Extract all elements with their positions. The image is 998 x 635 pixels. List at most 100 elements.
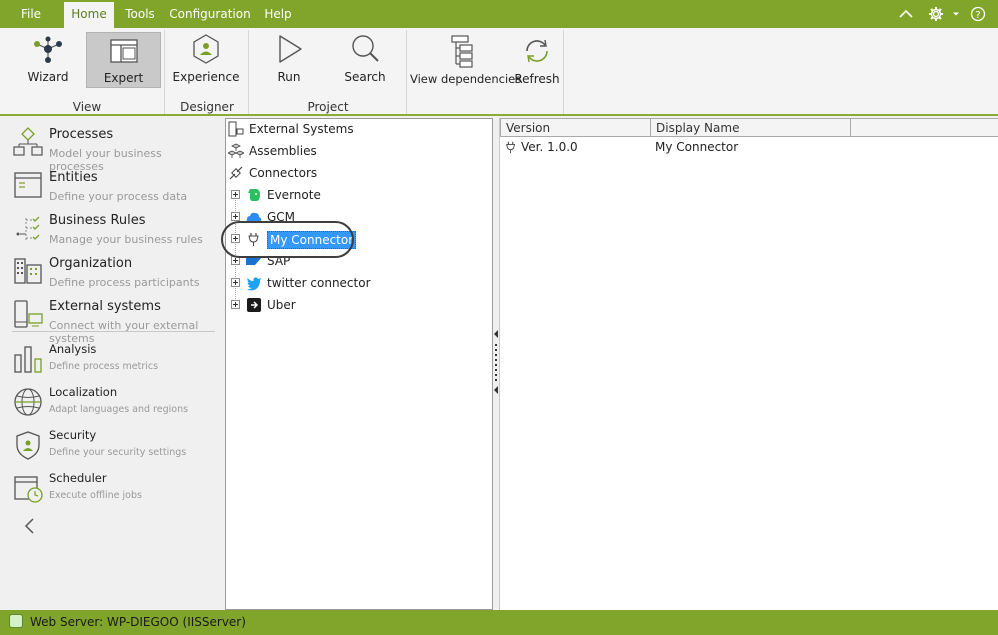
- expand-toggle[interactable]: [231, 278, 240, 287]
- localization-globe-icon: [14, 388, 42, 416]
- help-icon[interactable]: ?: [970, 0, 990, 28]
- sidebar-item-title: Processes: [49, 127, 114, 142]
- sidebar-item-security[interactable]: Security Define your security settings: [12, 425, 218, 465]
- sidebar-item-title: Analysis: [49, 342, 97, 356]
- expand-toggle[interactable]: [231, 190, 240, 199]
- selection-highlight-ring: [221, 221, 354, 258]
- ribbon-separator: [563, 30, 564, 114]
- sidebar-item-title: Entities: [49, 170, 98, 185]
- connectors-plug-icon: [229, 166, 243, 180]
- expert-button[interactable]: Expert: [86, 32, 161, 88]
- column-header-version[interactable]: Version: [500, 118, 651, 137]
- tree-node-label: twitter connector: [267, 276, 371, 290]
- status-bar: Web Server: WP-DIEGOO (IISServer): [0, 610, 998, 635]
- view-dependencies-label: View dependencies: [410, 72, 522, 86]
- menu-tools[interactable]: Tools: [118, 0, 162, 28]
- menu-configuration[interactable]: Configuration: [168, 0, 252, 28]
- group-label-designer: Designer: [180, 100, 234, 114]
- view-dependencies-icon: [451, 35, 473, 68]
- cell-version: Ver. 1.0.0: [521, 140, 578, 154]
- column-header-empty[interactable]: [850, 118, 998, 137]
- evernote-elephant-icon: [248, 189, 260, 201]
- wizard-label: Wizard: [27, 70, 69, 84]
- sidebar: Processes Model your business processes …: [0, 118, 222, 610]
- tree-node-label: External Systems: [249, 122, 354, 136]
- svg-text:?: ?: [975, 10, 980, 21]
- sidebar-item-external-systems[interactable]: External systems Connect with your exter…: [12, 294, 218, 345]
- experience-icon: [193, 34, 219, 64]
- wizard-button[interactable]: Wizard: [12, 32, 84, 88]
- sidebar-item-business-rules[interactable]: Business Rules Manage your business rule…: [12, 208, 218, 248]
- external-systems-icon: [228, 121, 244, 137]
- refresh-button[interactable]: Refresh: [512, 34, 562, 90]
- sidebar-item-analysis[interactable]: Analysis Define process metrics: [12, 339, 218, 379]
- run-label: Run: [277, 70, 301, 84]
- tree-node-label: Uber: [267, 298, 296, 312]
- ribbon-separator: [406, 30, 407, 114]
- ribbon: Wizard Expert View Experience Designer R…: [0, 28, 998, 116]
- ribbon-separator: [164, 30, 165, 114]
- wizard-icon: [34, 36, 62, 63]
- organization-icon: [14, 258, 42, 284]
- refresh-label: Refresh: [514, 72, 560, 86]
- sidebar-item-entities[interactable]: Entities Define your process data: [12, 165, 218, 205]
- group-label-project: Project: [307, 100, 349, 114]
- menu-help[interactable]: Help: [258, 0, 298, 28]
- search-button[interactable]: Search: [332, 32, 398, 88]
- settings-gear-icon[interactable]: [928, 0, 948, 28]
- sidebar-item-title: Scheduler: [49, 471, 107, 485]
- refresh-icon: [526, 39, 548, 63]
- experience-label: Experience: [172, 70, 240, 84]
- sidebar-item-subtitle: Manage your business rules: [49, 233, 203, 246]
- business-rules-icon: [16, 216, 40, 240]
- sidebar-item-subtitle: Define your process data: [49, 190, 188, 203]
- sidebar-item-subtitle: Define process metrics: [49, 361, 159, 372]
- uber-logo-icon: [247, 298, 261, 312]
- sidebar-item-subtitle: Adapt languages and regions: [49, 404, 189, 415]
- group-label-view: View: [72, 100, 102, 114]
- sidebar-divider: [12, 331, 215, 332]
- expand-toggle[interactable]: [231, 300, 240, 309]
- sidebar-item-scheduler[interactable]: Scheduler Execute offline jobs: [12, 468, 218, 508]
- sidebar-item-localization[interactable]: Localization Adapt languages and regions: [12, 382, 218, 422]
- menu-file[interactable]: File: [8, 0, 54, 28]
- sidebar-item-title: Security: [49, 428, 97, 442]
- processes-icon: [13, 127, 43, 156]
- details-grid: Version Display Name Ver. 1.0.0 My Conne…: [499, 118, 998, 610]
- plug-icon: [506, 141, 516, 154]
- collapse-ribbon-icon[interactable]: [898, 0, 918, 28]
- run-play-icon: [279, 35, 302, 63]
- tree-node-label: Connectors: [249, 166, 318, 180]
- menu-bar: File Home Tools Configuration Help ?: [0, 0, 998, 28]
- expand-toggle[interactable]: [231, 212, 240, 221]
- expert-icon: [109, 39, 138, 63]
- run-button[interactable]: Run: [256, 32, 322, 88]
- sidebar-item-processes[interactable]: Processes Model your business processes: [12, 122, 218, 173]
- shield-icon: [16, 431, 40, 460]
- sidebar-item-title: Business Rules: [49, 213, 146, 228]
- server-status-icon: [9, 614, 23, 628]
- twitter-bird-icon: [246, 277, 261, 291]
- assemblies-cubes-icon: [228, 143, 244, 158]
- search-label: Search: [344, 70, 386, 84]
- settings-dropdown-chevron-icon[interactable]: [952, 0, 962, 28]
- menu-home[interactable]: Home: [64, 2, 114, 28]
- sidebar-item-subtitle: Define your security settings: [49, 447, 187, 458]
- collapse-sidebar-chevron-left-icon[interactable]: [20, 516, 40, 536]
- sidebar-item-title: Organization: [49, 256, 133, 271]
- expert-label: Expert: [103, 71, 144, 85]
- sidebar-item-subtitle: Define process participants: [49, 276, 200, 289]
- tree-node-label: Assemblies: [249, 144, 317, 158]
- sidebar-item-title: Localization: [49, 385, 118, 399]
- external-systems-icon: [14, 300, 43, 328]
- experience-button[interactable]: Experience: [170, 32, 242, 88]
- view-dependencies-button[interactable]: View dependencies: [410, 34, 522, 90]
- column-header-display-name[interactable]: Display Name: [650, 118, 851, 137]
- sidebar-item-subtitle: Execute offline jobs: [49, 490, 142, 501]
- tree-node-label: Evernote: [267, 188, 321, 202]
- search-icon: [352, 35, 379, 62]
- ribbon-separator: [248, 30, 249, 114]
- server-status-text: Web Server: WP-DIEGOO (IISServer): [30, 615, 246, 629]
- sidebar-item-title: External systems: [49, 299, 161, 314]
- sidebar-item-organization[interactable]: Organization Define process participants: [12, 251, 218, 291]
